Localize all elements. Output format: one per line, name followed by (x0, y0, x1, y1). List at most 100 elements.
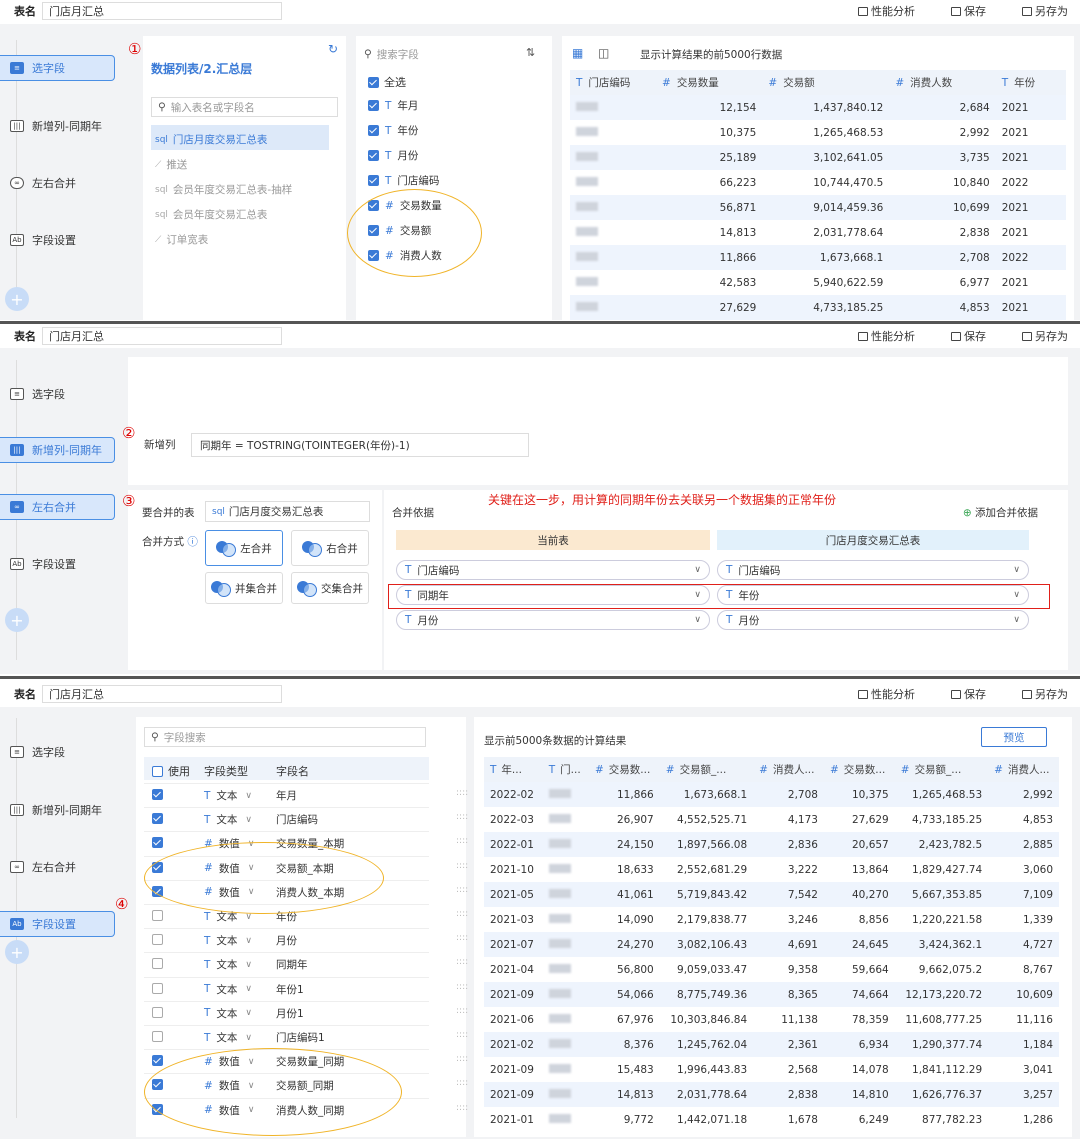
field-search-input[interactable]: ⚲ 搜索字段 (364, 45, 514, 63)
drag-handle-icon[interactable]: :::: (456, 788, 468, 798)
add-merge-basis-button[interactable]: ⊕ 添加合并依据 (963, 505, 1038, 520)
drag-handle-icon[interactable]: :::: (456, 1103, 468, 1113)
help-icon[interactable]: ⓘ (187, 536, 198, 548)
step-select-fields[interactable]: ≡ 选字段 (0, 381, 115, 407)
dataset-item[interactable]: sql 门店月度交易汇总表 (155, 132, 267, 147)
merge-table-select[interactable]: sql 门店月度交易汇总表 (205, 501, 370, 522)
field-type-select[interactable]: T 文本 ∨ (204, 812, 252, 827)
field-checkbox-item[interactable]: T 年份 (368, 123, 418, 138)
grid-view-icon[interactable]: ▦ (572, 46, 583, 60)
drag-handle-icon[interactable]: :::: (456, 836, 468, 846)
step-field-settings[interactable]: Ab 字段设置 (0, 551, 115, 577)
use-checkbox[interactable] (152, 1006, 163, 1018)
step-new-column[interactable]: ||| 新增列-同期年 (0, 437, 115, 463)
step-select-fields[interactable]: ≡ 选字段 (0, 739, 115, 765)
field-type-select[interactable]: T 文本 ∨ (204, 1030, 252, 1045)
step-new-column[interactable]: ||| 新增列-同期年 (0, 797, 115, 823)
add-step-icon[interactable]: + (5, 287, 29, 311)
use-checkbox[interactable] (152, 934, 163, 946)
table-view-icon[interactable]: ◫ (598, 46, 609, 60)
use-checkbox[interactable] (152, 1031, 163, 1042)
preview-button[interactable]: 预览 (981, 727, 1047, 747)
select-all-checkbox[interactable]: 全选 (368, 74, 406, 90)
refresh-icon[interactable]: ↻ (328, 42, 338, 56)
save-button[interactable]: 保存 (951, 3, 986, 19)
perf-analysis-button[interactable]: 性能分析 (858, 3, 915, 19)
save-button[interactable]: 保存 (951, 328, 986, 344)
drag-handle-icon[interactable]: :::: (456, 957, 468, 967)
column-header[interactable]: T 门... (542, 757, 589, 782)
field-checkbox-item[interactable]: T 门店编码 (368, 173, 439, 188)
step-field-settings[interactable]: Ab 字段设置 (0, 227, 115, 253)
use-checkbox[interactable] (152, 813, 163, 825)
field-search-input[interactable]: ⚲ 字段搜索 (144, 727, 426, 747)
drag-handle-icon[interactable]: :::: (456, 933, 468, 943)
use-checkbox[interactable] (152, 789, 163, 800)
drag-handle-icon[interactable]: :::: (456, 1006, 468, 1016)
save-as-button[interactable]: 另存为 (1022, 686, 1068, 702)
save-as-button[interactable]: 另存为 (1022, 3, 1068, 19)
table-name-input[interactable]: 门店月汇总 (42, 685, 282, 703)
use-checkbox[interactable] (152, 958, 163, 970)
dataset-item[interactable]: sql 会员年度交易汇总表-抽样 (155, 182, 292, 197)
intersect-merge-button[interactable]: 交集合并 (291, 572, 369, 604)
column-header[interactable]: # 交易数量 (656, 70, 763, 95)
drag-handle-icon[interactable]: :::: (456, 1078, 468, 1088)
step-new-column[interactable]: ||| 新增列-同期年 (0, 113, 115, 139)
dataset-item[interactable]: sql 会员年度交易汇总表 (155, 207, 267, 222)
column-header[interactable]: T 门店编码 (570, 70, 656, 95)
drag-handle-icon[interactable]: :::: (456, 861, 468, 871)
union-merge-button[interactable]: 并集合并 (205, 572, 283, 604)
save-as-button[interactable]: 另存为 (1022, 328, 1068, 344)
column-header[interactable]: # 消费人... (753, 757, 824, 782)
field-type-select[interactable]: T 文本 ∨ (204, 1006, 252, 1021)
column-header[interactable]: T 年份 (995, 70, 1066, 95)
use-checkbox[interactable] (152, 982, 163, 994)
add-step-icon[interactable]: + (5, 608, 29, 632)
other-field-select[interactable]: T 月份 ∨ (717, 610, 1029, 630)
drag-handle-icon[interactable]: :::: (456, 982, 468, 992)
formula-field[interactable]: 同期年 = TOSTRING(TOINTEGER(年份)-1) (191, 433, 529, 457)
step-merge[interactable]: ∞ 左右合并 (0, 170, 115, 196)
drag-handle-icon[interactable]: :::: (456, 1030, 468, 1040)
column-header[interactable]: # 消费人数 (889, 70, 996, 95)
current-field-select[interactable]: T 月份 ∨ (396, 610, 710, 630)
perf-analysis-button[interactable]: 性能分析 (858, 328, 915, 344)
column-header[interactable]: # 交易数... (588, 757, 660, 782)
table-name-input[interactable]: 门店月汇总 (42, 2, 282, 20)
column-header[interactable]: T 年... (484, 757, 543, 782)
column-header[interactable]: # 交易额 (762, 70, 890, 95)
step-merge[interactable]: ∞ 左右合并 (0, 854, 115, 880)
field-checkbox-item[interactable]: T 月份 (368, 148, 418, 163)
right-merge-button[interactable]: 右合并 (291, 530, 369, 566)
drag-handle-icon[interactable]: :::: (456, 885, 468, 895)
drag-handle-icon[interactable]: :::: (456, 909, 468, 919)
column-header[interactable]: # 交易数... (823, 757, 895, 782)
column-header[interactable]: # 消费人... (988, 757, 1059, 782)
other-field-select[interactable]: T 门店编码 ∨ (717, 560, 1029, 580)
step-field-settings[interactable]: Ab 字段设置 (0, 911, 115, 937)
step-select-fields[interactable]: ≡ 选字段 (0, 55, 115, 81)
field-type-select[interactable]: T 文本 ∨ (204, 933, 252, 948)
add-step-icon[interactable]: + (5, 940, 29, 964)
field-type-select[interactable]: T 文本 ∨ (204, 982, 252, 997)
table-name-input[interactable]: 门店月汇总 (42, 327, 282, 345)
use-checkbox[interactable] (152, 1055, 163, 1067)
field-type-select[interactable]: T 文本 ∨ (204, 957, 252, 972)
column-header[interactable]: # 交易额_... (659, 757, 754, 782)
perf-analysis-button[interactable]: 性能分析 (858, 686, 915, 702)
step-merge[interactable]: ∞ 左右合并 (0, 494, 115, 520)
save-button[interactable]: 保存 (951, 686, 986, 702)
drag-handle-icon[interactable]: :::: (456, 812, 468, 822)
field-type-select[interactable]: T 文本 ∨ (204, 788, 252, 803)
drag-handle-icon[interactable]: :::: (456, 1054, 468, 1064)
field-checkbox-item[interactable]: T 年月 (368, 98, 418, 113)
column-header[interactable]: # 交易额_... (894, 757, 989, 782)
sort-icon[interactable]: ⇅ (526, 46, 535, 59)
use-checkbox[interactable] (152, 837, 163, 849)
header-use[interactable]: 使用 (152, 763, 190, 779)
dataset-breadcrumb[interactable]: 数据列表/2.汇总层 (151, 62, 252, 76)
current-field-select[interactable]: T 门店编码 ∨ (396, 560, 710, 580)
use-checkbox[interactable] (152, 910, 163, 921)
dataset-item[interactable]: ⟋ 订单宽表 (155, 232, 208, 247)
